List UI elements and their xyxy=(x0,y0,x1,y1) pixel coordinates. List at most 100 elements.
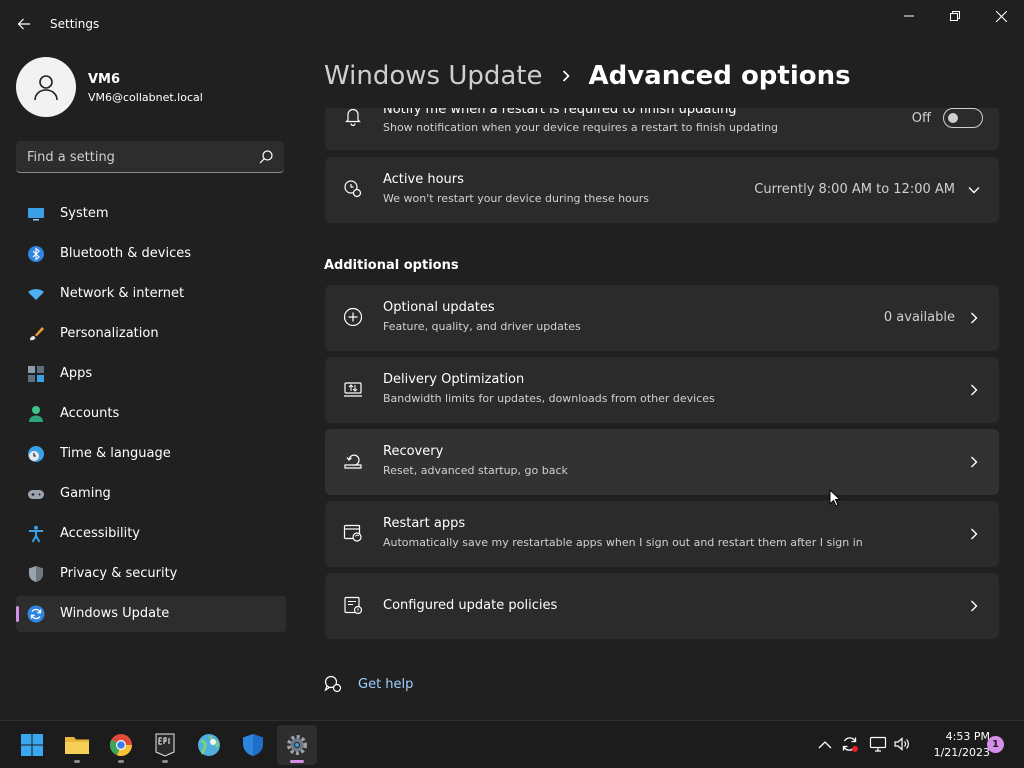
notification-badge[interactable]: 1 xyxy=(987,736,1004,753)
taskbar-settings[interactable] xyxy=(277,725,317,765)
chrome-icon xyxy=(109,734,133,757)
clock-settings-icon xyxy=(344,180,362,198)
restore-icon xyxy=(950,11,960,21)
delivery-optimization-icon xyxy=(344,382,362,397)
settings-icon xyxy=(287,735,307,755)
optional-updates-card[interactable]: Optional updates Feature, quality, and d… xyxy=(325,285,999,351)
title-bar: Settings xyxy=(0,0,1024,48)
configured-update-policies-card[interactable]: Configured update policies xyxy=(325,573,999,639)
sidebar-item-label: Network & internet xyxy=(60,286,185,301)
sidebar-item-privacy-security[interactable]: Privacy & security xyxy=(16,556,286,592)
page-title: Advanced options xyxy=(588,61,851,91)
clock-time: 4:53 PM xyxy=(945,730,990,743)
get-help-link[interactable]: Get help xyxy=(324,674,413,694)
help-icon xyxy=(324,675,342,693)
accessibility-icon xyxy=(29,525,43,543)
file-explorer-icon xyxy=(65,737,89,754)
sidebar-item-gaming[interactable]: Gaming xyxy=(16,476,286,512)
brush-icon xyxy=(30,327,44,341)
taskbar-chrome[interactable] xyxy=(101,725,141,765)
close-icon xyxy=(995,10,1007,22)
sidebar-item-windows-update[interactable]: Windows Update xyxy=(16,596,286,632)
chevron-right-icon xyxy=(971,600,978,612)
start-button[interactable] xyxy=(12,725,52,765)
sidebar-item-label: Privacy & security xyxy=(60,566,178,581)
chevron-right-icon xyxy=(971,384,978,396)
taskbar-windows-security[interactable] xyxy=(233,725,273,765)
minimize-icon xyxy=(904,15,914,17)
sidebar-item-label: Bluetooth & devices xyxy=(60,246,191,261)
sidebar-item-label: Accessibility xyxy=(60,526,140,541)
configured-update-policies-title: Configured update policies xyxy=(383,598,558,613)
chevron-right-icon xyxy=(562,70,570,82)
sidebar-item-network[interactable]: Network & internet xyxy=(16,276,286,312)
taskbar-clock[interactable]: 4:53 PM 1/21/2023 xyxy=(910,729,990,761)
running-indicator xyxy=(162,760,168,763)
close-button[interactable] xyxy=(978,0,1024,32)
running-indicator xyxy=(118,760,124,763)
search-icon[interactable] xyxy=(258,149,274,165)
active-hours-card[interactable]: Active hours We won't restart your devic… xyxy=(325,157,999,223)
sidebar-item-label: System xyxy=(60,206,109,221)
notify-restart-toggle-group: Off xyxy=(912,108,983,129)
recovery-title: Recovery xyxy=(383,444,444,459)
sidebar-item-label: Windows Update xyxy=(60,606,170,621)
profile-name: VM6 xyxy=(88,72,121,87)
chevron-right-icon xyxy=(971,528,978,540)
sidebar-nav: System Bluetooth & devices Network & int… xyxy=(16,196,286,636)
header-mask xyxy=(300,94,1024,108)
restart-apps-title: Restart apps xyxy=(383,516,466,531)
back-button[interactable] xyxy=(10,10,38,38)
apps-icon xyxy=(28,366,44,382)
breadcrumb-parent[interactable]: Windows Update xyxy=(324,61,543,91)
get-help-label[interactable]: Get help xyxy=(358,677,413,692)
sidebar-item-system[interactable]: System xyxy=(16,196,286,232)
taskbar: 4:53 PM 1/21/2023 1 xyxy=(0,720,1024,768)
app-title: Settings xyxy=(50,17,100,31)
active-hours-title: Active hours xyxy=(383,172,464,187)
user-profile[interactable]: VM6 VM6@collabnet.local xyxy=(16,57,286,117)
running-indicator xyxy=(290,760,304,763)
sidebar-item-accounts[interactable]: Accounts xyxy=(16,396,286,432)
restore-button[interactable] xyxy=(932,0,978,32)
sidebar-item-label: Personalization xyxy=(60,326,159,341)
bell-icon xyxy=(345,108,361,126)
recovery-card[interactable]: Recovery Reset, advanced startup, go bac… xyxy=(325,429,999,495)
gamepad-icon xyxy=(28,490,44,499)
sidebar-item-label: Gaming xyxy=(60,486,111,501)
wifi-icon xyxy=(28,289,44,300)
network-icon[interactable] xyxy=(869,735,887,753)
delivery-optimization-title: Delivery Optimization xyxy=(383,372,525,387)
volume-icon[interactable] xyxy=(893,735,911,753)
sidebar-item-bluetooth-devices[interactable]: Bluetooth & devices xyxy=(16,236,286,272)
clock-date: 1/21/2023 xyxy=(933,746,990,759)
restart-apps-card[interactable]: Restart apps Automatically save my resta… xyxy=(325,501,999,567)
chevron-down-icon[interactable] xyxy=(967,183,981,197)
recovery-icon xyxy=(344,454,362,469)
search-box[interactable]: Find a setting xyxy=(16,141,284,173)
optional-updates-subtitle: Feature, quality, and driver updates xyxy=(383,320,581,333)
optional-updates-title: Optional updates xyxy=(383,300,495,315)
taskbar-epic-games[interactable] xyxy=(145,725,185,765)
back-arrow-icon xyxy=(17,18,30,30)
sidebar-item-personalization[interactable]: Personalization xyxy=(16,316,286,352)
breadcrumb: Windows Update Advanced options xyxy=(324,58,851,94)
sidebar-item-apps[interactable]: Apps xyxy=(16,356,286,392)
sidebar-item-label: Time & language xyxy=(60,446,171,461)
notify-restart-subtitle: Show notification when your device requi… xyxy=(383,121,779,134)
person-icon xyxy=(34,75,58,101)
notify-restart-toggle[interactable] xyxy=(943,108,983,128)
delivery-optimization-card[interactable]: Delivery Optimization Bandwidth limits f… xyxy=(325,357,999,423)
sidebar-item-accessibility[interactable]: Accessibility xyxy=(16,516,286,552)
minimize-button[interactable] xyxy=(886,0,932,32)
taskbar-file-explorer[interactable] xyxy=(57,725,97,765)
search-input[interactable]: Find a setting xyxy=(27,150,115,165)
sidebar-item-label: Apps xyxy=(60,366,93,381)
taskbar-maps[interactable] xyxy=(189,725,229,765)
chevron-up-icon[interactable] xyxy=(817,737,833,753)
restart-apps-subtitle: Automatically save my restartable apps w… xyxy=(383,536,863,549)
sync-alert-icon[interactable] xyxy=(841,735,859,753)
chevron-right-icon xyxy=(971,312,978,324)
sidebar-item-time-language[interactable]: Time & language xyxy=(16,436,286,472)
start-icon xyxy=(21,734,43,756)
